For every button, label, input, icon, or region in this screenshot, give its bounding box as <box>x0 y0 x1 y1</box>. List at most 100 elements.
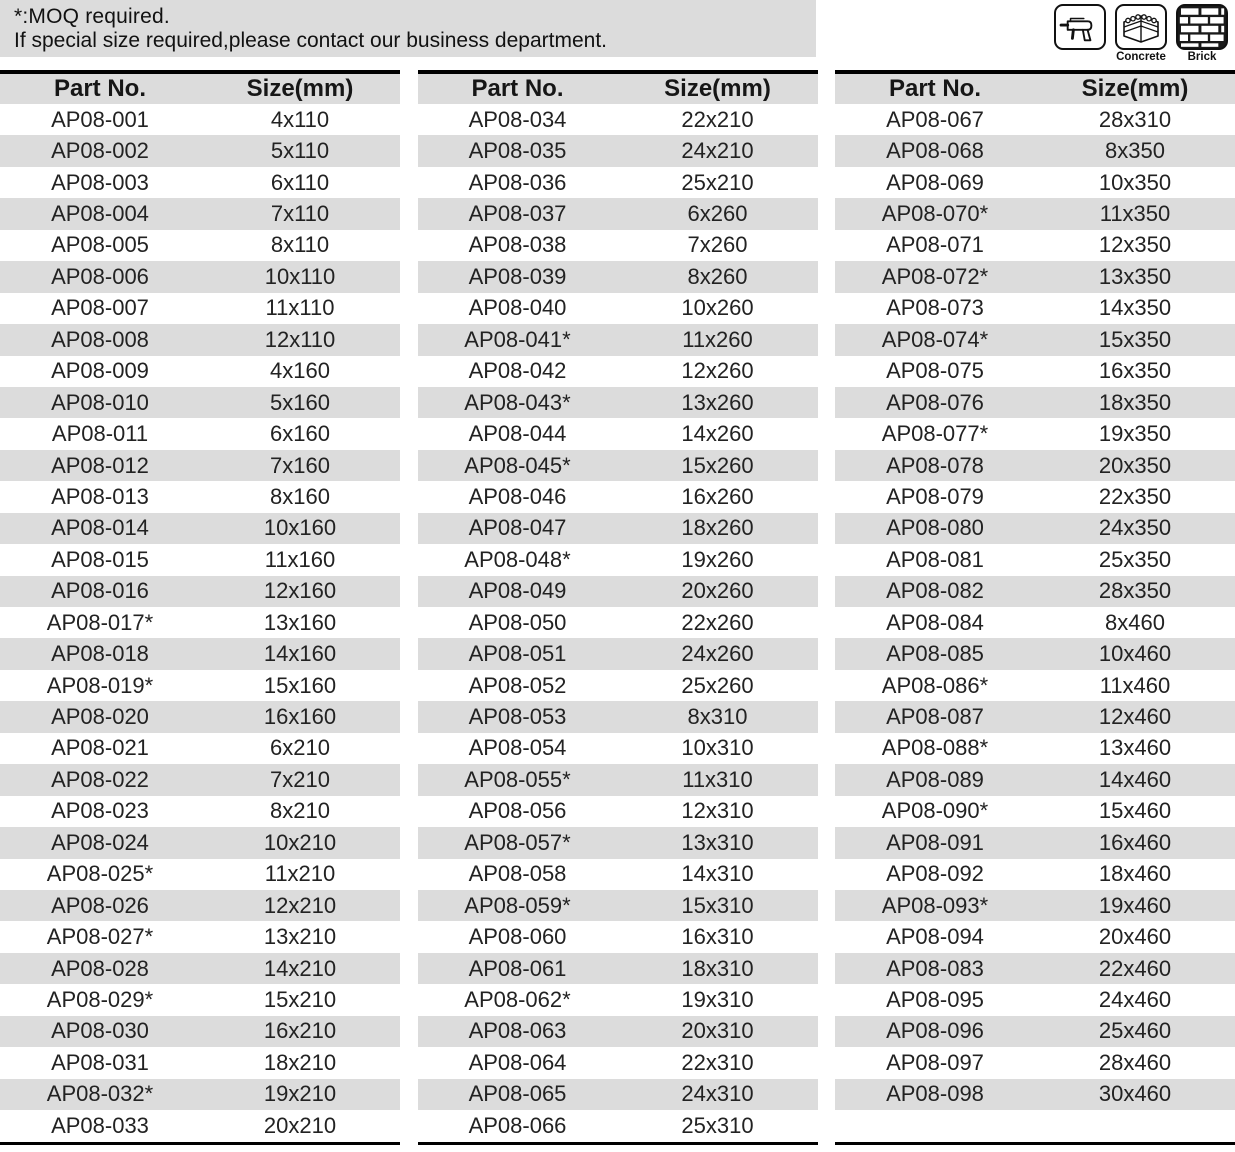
size-header: Size(mm) <box>618 75 818 103</box>
part-no-cell: AP08-046 <box>418 484 618 510</box>
part-no-cell: AP08-025* <box>0 861 200 887</box>
size-cell: 10x210 <box>200 830 400 856</box>
size-cell: 22x210 <box>618 107 818 133</box>
table-row: AP08-09218x460 <box>835 859 1235 890</box>
table-row: AP08-06016x310 <box>418 921 818 952</box>
table-row: AP08-06625x310 <box>418 1110 818 1141</box>
part-no-cell: AP08-066 <box>418 1113 618 1139</box>
table-row: AP08-09830x460 <box>835 1079 1235 1110</box>
part-no-cell: AP08-019* <box>0 673 200 699</box>
size-cell: 14x350 <box>1035 295 1235 321</box>
concrete-icon-box <box>1115 4 1167 50</box>
size-cell: 4x160 <box>200 358 400 384</box>
table-row: AP08-09116x460 <box>835 827 1235 858</box>
table-row: AP08-01814x160 <box>0 638 400 669</box>
part-no-cell: AP08-097 <box>835 1050 1035 1076</box>
size-cell: 10x160 <box>200 515 400 541</box>
table-row: AP08-032*19x210 <box>0 1079 400 1110</box>
part-no-cell: AP08-023 <box>0 798 200 824</box>
table-row: AP08-03524x210 <box>418 135 818 166</box>
parts-table: Part No.Size(mm)AP08-03422x210AP08-03524… <box>418 70 818 1145</box>
part-no-cell: AP08-031 <box>0 1050 200 1076</box>
part-no-cell: AP08-018 <box>0 641 200 667</box>
table-row: AP08-03320x210 <box>0 1110 400 1141</box>
table-row: AP08-08712x460 <box>835 701 1235 732</box>
table-row: AP08-05124x260 <box>418 638 818 669</box>
table-row: AP08-03422x210 <box>418 104 818 135</box>
table-row: AP08-088*13x460 <box>835 733 1235 764</box>
brick-icon <box>1178 6 1226 48</box>
part-no-cell: AP08-062* <box>418 987 618 1013</box>
size-cell: 24x310 <box>618 1081 818 1107</box>
part-no-cell: AP08-061 <box>418 956 618 982</box>
moq-note: *:MOQ required. If special size required… <box>0 0 816 57</box>
size-cell: 18x310 <box>618 956 818 982</box>
size-cell: 15x310 <box>618 893 818 919</box>
table-row: AP08-025*11x210 <box>0 859 400 890</box>
table-row: AP08-074*15x350 <box>835 324 1235 355</box>
table-row: AP08-07112x350 <box>835 230 1235 261</box>
legend-item-drill <box>1054 4 1106 50</box>
size-cell: 10x260 <box>618 295 818 321</box>
part-no-cell: AP08-037 <box>418 201 618 227</box>
table-row: AP08-0376x260 <box>418 198 818 229</box>
size-cell: 12x460 <box>1035 704 1235 730</box>
size-cell: 14x310 <box>618 861 818 887</box>
size-cell: 16x310 <box>618 924 818 950</box>
table-row: AP08-0227x210 <box>0 764 400 795</box>
part-no-cell: AP08-054 <box>418 735 618 761</box>
part-no-cell: AP08-084 <box>835 610 1035 636</box>
part-no-cell: AP08-041* <box>418 327 618 353</box>
table-row: AP08-0688x350 <box>835 135 1235 166</box>
size-cell: 13x460 <box>1035 735 1235 761</box>
part-no-cell: AP08-024 <box>0 830 200 856</box>
table-row: AP08-09728x460 <box>835 1047 1235 1078</box>
table-row: AP08-0138x160 <box>0 481 400 512</box>
size-cell: 10x310 <box>618 735 818 761</box>
hammer-drill-icon-box <box>1054 4 1106 50</box>
size-cell: 11x110 <box>200 295 400 321</box>
part-no-cell: AP08-005 <box>0 232 200 258</box>
part-no-header: Part No. <box>835 75 1035 103</box>
parts-table: Part No.Size(mm)AP08-0014x110AP08-0025x1… <box>0 70 400 1145</box>
size-cell: 7x210 <box>200 767 400 793</box>
legend-item-brick: Brick <box>1176 4 1228 63</box>
size-cell: 7x160 <box>200 453 400 479</box>
part-no-cell: AP08-050 <box>418 610 618 636</box>
table-row: AP08-00711x110 <box>0 293 400 324</box>
part-no-cell: AP08-032* <box>0 1081 200 1107</box>
size-cell: 12x350 <box>1035 232 1235 258</box>
size-cell: 8x310 <box>618 704 818 730</box>
part-no-cell: AP08-060 <box>418 924 618 950</box>
part-no-cell: AP08-068 <box>835 138 1035 164</box>
size-cell: 8x460 <box>1035 610 1235 636</box>
size-cell: 22x310 <box>618 1050 818 1076</box>
table-row: AP08-05410x310 <box>418 733 818 764</box>
table-row: AP08-06422x310 <box>418 1047 818 1078</box>
part-no-header: Part No. <box>0 75 200 103</box>
size-cell: 16x460 <box>1035 830 1235 856</box>
table-row: AP08-07314x350 <box>835 293 1235 324</box>
table-row: AP08-0036x110 <box>0 167 400 198</box>
part-no-cell: AP08-090* <box>835 798 1035 824</box>
table-row: AP08-043*13x260 <box>418 387 818 418</box>
size-cell: 7x110 <box>200 201 400 227</box>
table-row: AP08-017*13x160 <box>0 607 400 638</box>
part-no-cell: AP08-043* <box>418 390 618 416</box>
size-cell: 19x310 <box>618 987 818 1013</box>
part-no-cell: AP08-058 <box>418 861 618 887</box>
part-no-cell: AP08-035 <box>418 138 618 164</box>
part-no-cell: AP08-010 <box>0 390 200 416</box>
part-no-cell: AP08-048* <box>418 547 618 573</box>
table-row: AP08-04212x260 <box>418 356 818 387</box>
part-no-cell: AP08-093* <box>835 893 1035 919</box>
size-cell: 12x310 <box>618 798 818 824</box>
table-row: AP08-04414x260 <box>418 418 818 449</box>
size-cell: 15x260 <box>618 453 818 479</box>
table-row: AP08-086*11x460 <box>835 670 1235 701</box>
size-cell: 8x210 <box>200 798 400 824</box>
application-legend: Concrete Brick <box>1054 4 1228 63</box>
part-no-cell: AP08-022 <box>0 767 200 793</box>
table-row: AP08-08228x350 <box>835 576 1235 607</box>
part-no-cell: AP08-053 <box>418 704 618 730</box>
